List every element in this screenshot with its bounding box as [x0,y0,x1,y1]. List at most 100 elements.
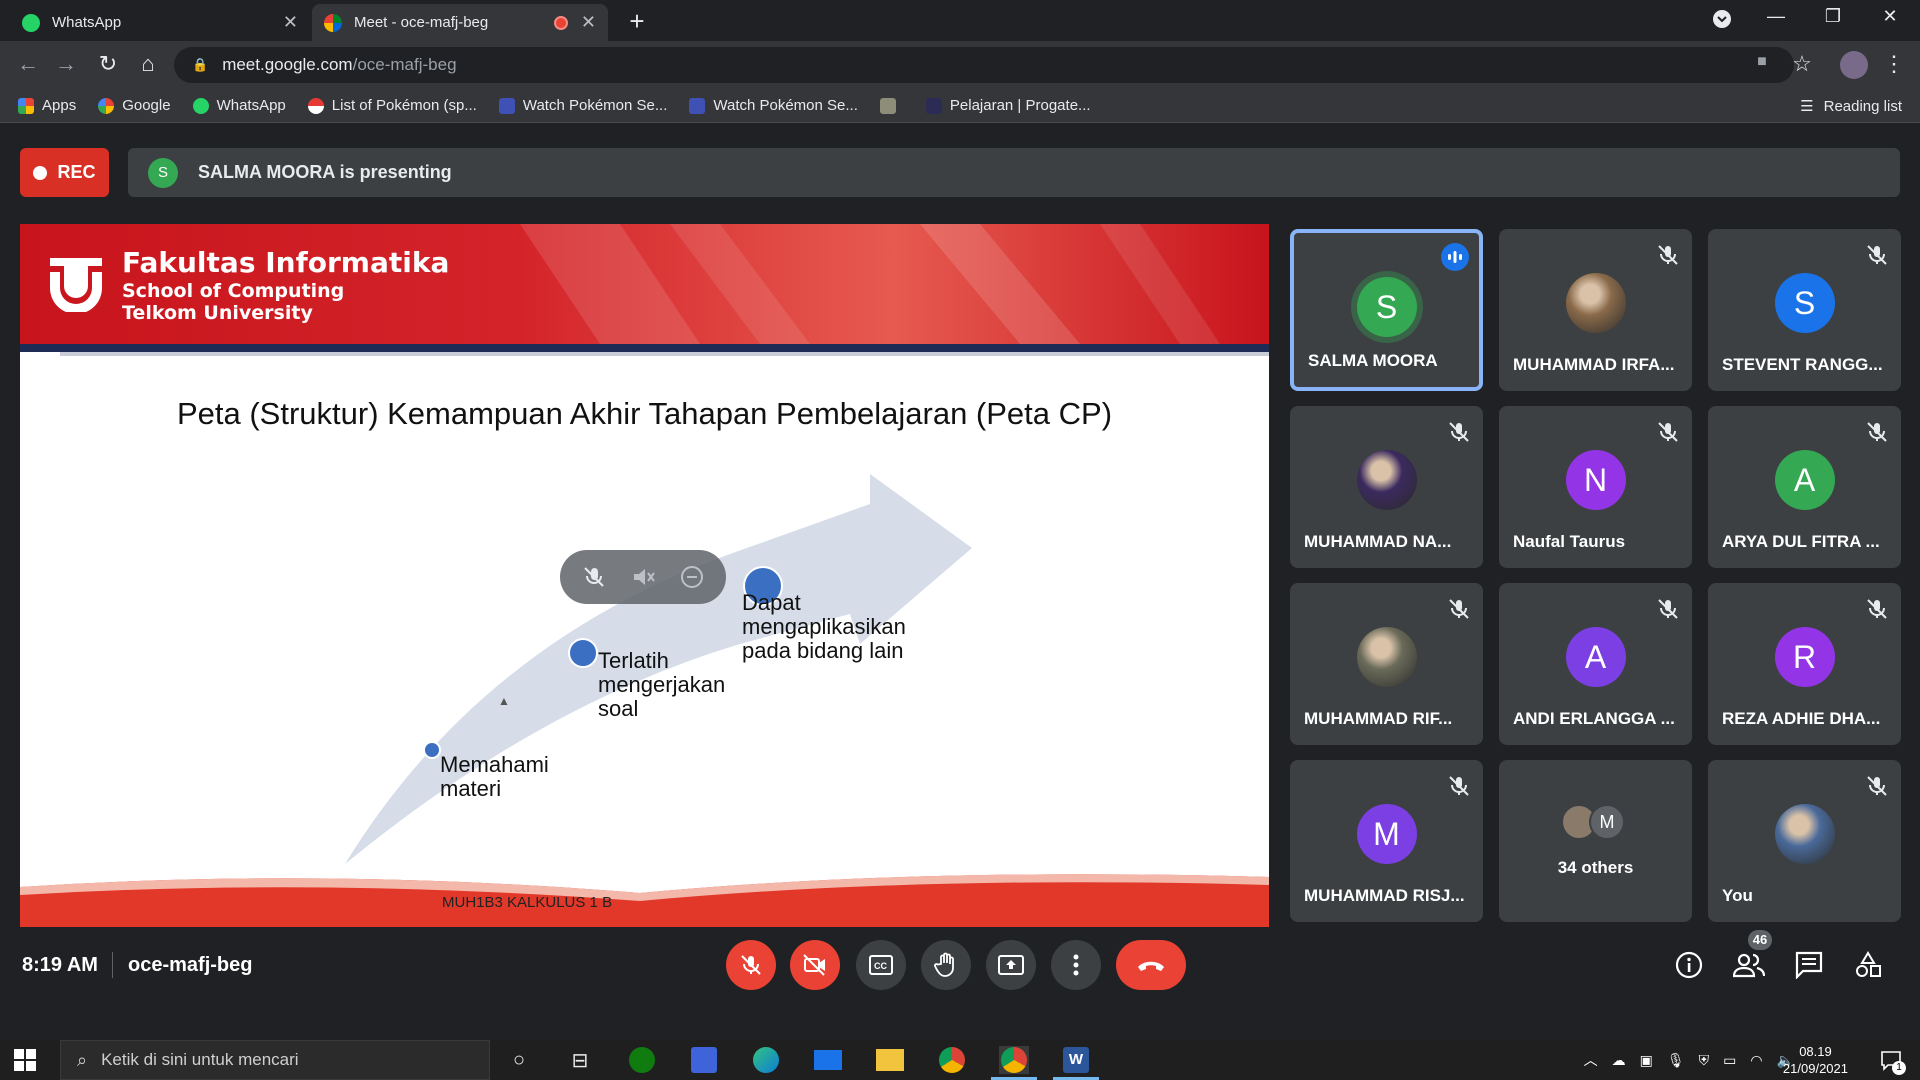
meet-control-bar: 8:19 AM oce-mafj-beg CC 46 [0,928,1920,1040]
security-icon[interactable]: ⛨ [1699,1052,1710,1069]
mic-muted-icon [1865,774,1889,798]
bookmark-watch-pokemon-1[interactable]: Watch Pokémon Se... [498,97,667,114]
new-tab-button[interactable]: + [622,6,652,37]
reading-list-button[interactable]: ☰ Reading list [1800,97,1902,116]
word-icon[interactable]: W [1053,1046,1099,1080]
participant-tile[interactable]: MUHAMMAD IRFA... [1499,229,1692,391]
others-avatar: M [1589,804,1625,840]
battery-icon[interactable]: ▭ [1723,1052,1736,1069]
file-explorer-icon[interactable] [875,1046,905,1074]
participant-tile[interactable]: S STEVENT RANGG... [1708,229,1901,391]
present-screen-button[interactable] [986,940,1036,990]
participant-tile[interactable]: R REZA ADHIE DHA... [1708,583,1901,745]
app-icon[interactable] [689,1046,719,1074]
recording-badge[interactable]: REC [20,148,109,197]
participant-tile[interactable]: N Naufal Taurus [1499,406,1692,568]
leave-call-button[interactable] [1116,940,1186,990]
search-icon: ⌕ [77,1049,88,1070]
participant-name: MUHAMMAD RIF... [1304,709,1453,728]
participant-tile[interactable]: M MUHAMMAD RISJ... [1290,760,1483,922]
mic-muted-icon [1447,420,1471,444]
minimize-button[interactable]: — [1756,6,1796,27]
bookmark-pokemon-list[interactable]: List of Pokémon (sp... [307,97,477,114]
hang-up-icon [1138,961,1164,971]
windows-start-icon[interactable] [14,1049,36,1071]
profile-avatar[interactable] [1840,51,1868,79]
info-icon [1675,951,1703,979]
camera-in-use-icon[interactable]: ■ [1748,53,1776,71]
mic-muted-icon [1656,243,1680,267]
back-button[interactable]: ← [14,51,42,77]
bookmark-star-icon[interactable]: ☆ [1788,51,1816,77]
raise-hand-button[interactable] [921,940,971,990]
participant-tile[interactable]: MUHAMMAD NA... [1290,406,1483,568]
notification-center-icon[interactable]: 1 [1880,1049,1906,1075]
participant-name: ANDI ERLANGGA ... [1513,709,1675,728]
menu-icon[interactable]: ⋮ [1880,51,1908,77]
mute-presenter-icon[interactable] [581,564,607,590]
taskbar-time: 08.19 [1799,1044,1832,1059]
browser-tab-strip: WhatsApp ✕ Meet - oce-mafj-beg ✕ + — ❐ ✕ [0,0,1920,41]
notification-count: 1 [1892,1061,1906,1075]
meeting-code: oce-mafj-beg [128,954,253,976]
bookmark-apps[interactable]: Apps [18,97,76,114]
bookmark-progate[interactable]: Pelajaran | Progate... [925,97,1091,114]
captions-button[interactable]: CC [856,940,906,990]
close-tab-icon[interactable]: ✕ [581,12,596,33]
microphone-tray-icon[interactable]: 🎙 [1667,1052,1685,1069]
participant-name: MUHAMMAD RISJ... [1304,886,1465,905]
participant-tile[interactable]: You [1708,760,1901,922]
taskbar-clock[interactable]: 08.19 21/09/2021 [1783,1043,1848,1077]
participant-tile[interactable]: M 34 others [1499,760,1692,922]
maximize-button[interactable]: ❐ [1813,6,1853,27]
bookmark-watch-pokemon-2[interactable]: Watch Pokémon Se... [689,97,858,114]
people-button[interactable] [1732,948,1766,982]
mail-icon[interactable] [813,1046,843,1074]
participant-avatar [1356,450,1417,510]
mute-audio-icon[interactable] [630,564,656,590]
taskbar-search-box[interactable]: ⌕ Ketik di sini untuk mencari [60,1040,490,1080]
edge-icon[interactable] [751,1046,781,1074]
lock-icon: 🔒 [192,57,209,72]
url-host: meet.google.com [222,55,353,74]
participant-tile[interactable]: A ARYA DUL FITRA ... [1708,406,1901,568]
bookmark-image[interactable] [879,97,904,114]
participant-tile[interactable]: MUHAMMAD RIF... [1290,583,1483,745]
tab-meet[interactable]: Meet - oce-mafj-beg ✕ [312,4,608,41]
address-bar[interactable]: 🔒 meet.google.com/oce-mafj-beg [174,47,1794,83]
presenting-text: SALMA MOORA is presenting [198,162,452,182]
task-view-icon[interactable]: ⊟ [565,1046,595,1074]
step-marker [423,741,441,759]
device-icon[interactable]: ▣ [1640,1052,1653,1069]
meeting-details-button[interactable] [1672,948,1706,982]
more-options-button[interactable] [1051,940,1101,990]
reload-button[interactable]: ↻ [94,51,122,77]
tab-search-icon[interactable] [1702,9,1742,34]
wifi-icon[interactable]: ◠ [1750,1052,1762,1069]
close-tab-icon[interactable]: ✕ [283,12,298,33]
participant-tile[interactable]: A ANDI ERLANGGA ... [1499,583,1692,745]
activities-button[interactable] [1851,948,1885,982]
chrome-active-icon[interactable] [991,1046,1037,1080]
pokemon-tv-icon [689,97,706,114]
forward-button[interactable]: → [52,51,80,77]
tab-whatsapp[interactable]: WhatsApp ✕ [10,4,310,41]
xbox-icon[interactable] [627,1046,657,1074]
camera-toggle-button[interactable] [790,940,840,990]
cortana-icon[interactable]: ○ [504,1046,534,1074]
participant-avatar [1356,627,1417,687]
step-marker [568,638,598,668]
onedrive-icon[interactable]: ☁ [1612,1052,1626,1069]
home-button[interactable]: ⌂ [134,51,162,77]
presenting-banner: S SALMA MOORA is presenting [128,148,1900,197]
bookmark-google[interactable]: Google [98,97,171,114]
camera-off-icon [803,954,825,976]
chat-button[interactable] [1792,948,1826,982]
participant-tile[interactable]: S SALMA MOORA [1290,229,1483,391]
chrome-icon[interactable] [937,1046,967,1074]
close-window-button[interactable]: ✕ [1870,6,1910,27]
show-hidden-icons-icon[interactable]: ︿ [1584,1050,1598,1070]
microphone-toggle-button[interactable] [726,940,776,990]
bookmark-whatsapp[interactable]: WhatsApp [192,97,286,114]
remove-icon[interactable] [679,564,705,590]
